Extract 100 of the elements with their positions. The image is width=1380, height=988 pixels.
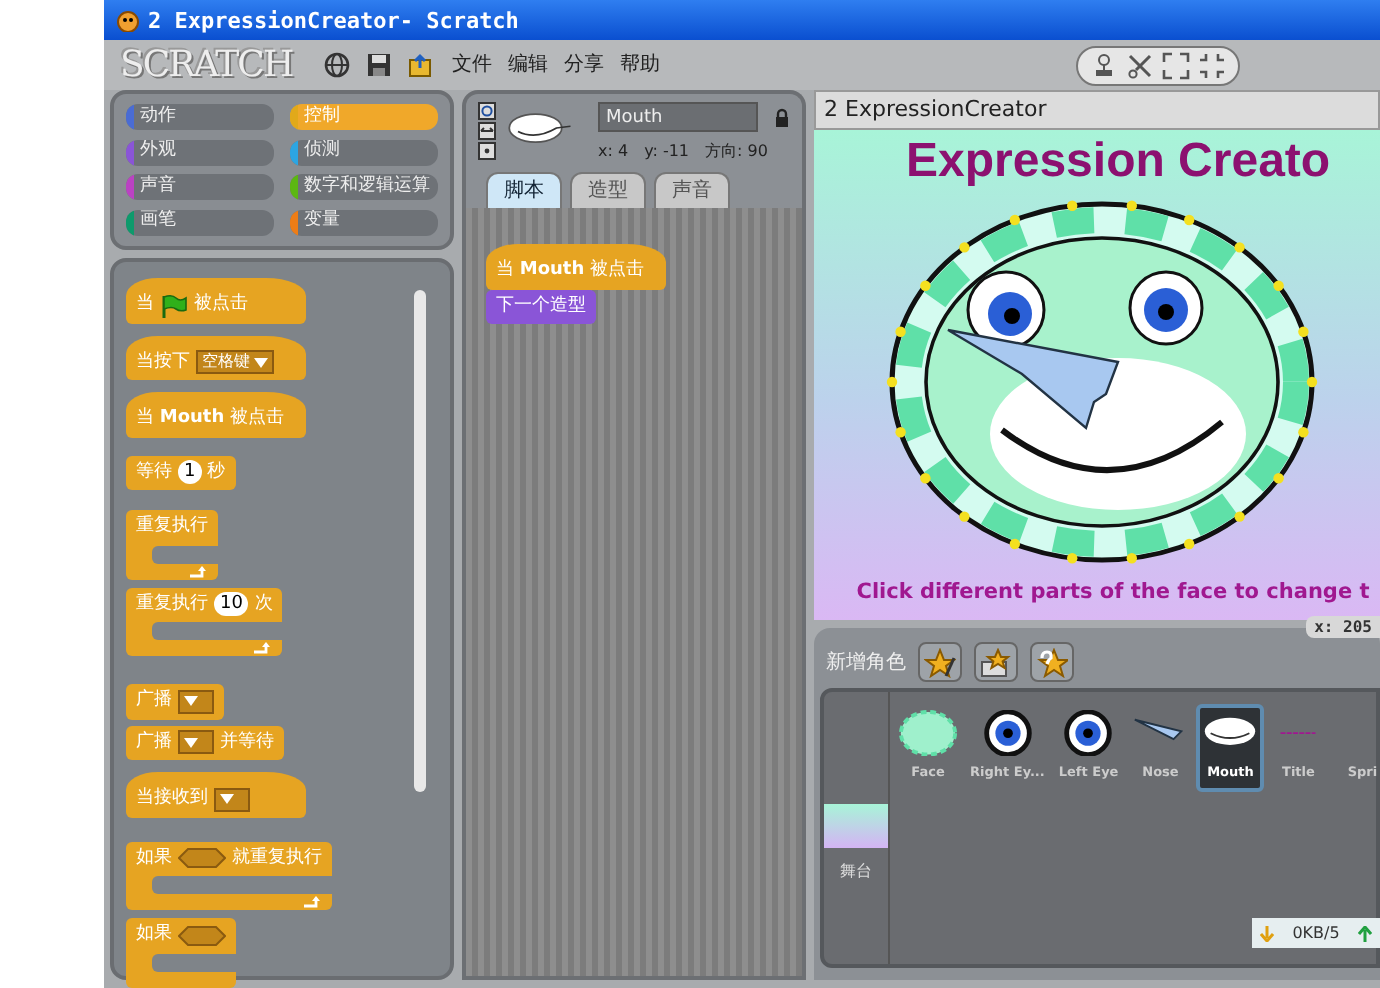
block-label: 下一个造型 (496, 293, 586, 319)
c-block[interactable]: 如果 (126, 918, 236, 987)
scissors-button[interactable] (1126, 49, 1155, 81)
category-label: 动作 (140, 104, 176, 130)
block-label: 重复执行 (136, 591, 208, 617)
expand-icon (1162, 51, 1191, 79)
face-drawing[interactable] (885, 200, 1317, 564)
category-label: 外观 (140, 139, 176, 165)
category-button[interactable]: 动作 (126, 104, 274, 130)
globe-icon[interactable] (324, 52, 351, 78)
command-block[interactable]: 广播 并等待 (126, 725, 284, 760)
stage-caption: Click different parts of the face to change t (856, 580, 1370, 604)
block-label: 当 Mouth 被点击 (136, 406, 285, 432)
loop-arrow-icon (302, 896, 322, 908)
shrink-icon (1198, 51, 1227, 79)
menu-item[interactable]: 文件 (452, 50, 493, 80)
mouse-x-readout: x: 205 (1306, 616, 1380, 638)
stage-thumbnail[interactable] (824, 804, 888, 848)
hat-block[interactable]: 当 Mouth 被点击 (126, 392, 306, 437)
lock-icon[interactable] (774, 107, 790, 127)
flip-icon[interactable] (478, 122, 496, 142)
sprite-name-field[interactable]: Mouth (598, 102, 758, 132)
tab[interactable]: 脚本 (486, 172, 562, 208)
menu-item[interactable]: 帮助 (620, 50, 661, 80)
expand-button[interactable] (1162, 49, 1191, 81)
category-label: 声音 (140, 174, 176, 200)
dropdown-input[interactable]: 空格键 (196, 350, 274, 375)
category-button[interactable]: 声音 (126, 174, 274, 200)
menu-item[interactable]: 编辑 (508, 50, 549, 80)
random-sprite-button[interactable] (1030, 642, 1074, 682)
up-arrow-icon (1357, 925, 1372, 941)
loop-arrow-icon (188, 565, 208, 577)
face-thumbnail-icon (898, 710, 958, 757)
hat-block[interactable]: 当 被点击 (126, 278, 306, 323)
category-label: 变量 (304, 209, 340, 235)
loop-arrow-icon (252, 642, 273, 654)
block-label: 当按下 (136, 349, 190, 375)
category-button[interactable]: 外观 (126, 139, 274, 165)
block-label: 如果 (136, 845, 172, 871)
hat-block[interactable]: 当 Mouth 被点击 (486, 244, 666, 289)
menu-item[interactable]: 分享 (564, 50, 605, 80)
category-button[interactable]: 变量 (290, 209, 438, 235)
share-icon[interactable] (408, 52, 437, 78)
no-rotate-icon[interactable] (478, 142, 496, 162)
caret-icon (254, 357, 268, 368)
scrollbar[interactable] (414, 290, 426, 792)
block-label: 广播 (136, 729, 172, 755)
number-input[interactable]: 1 (178, 460, 202, 485)
dropdown-input[interactable] (178, 689, 214, 714)
block-label: 如果 (136, 922, 172, 948)
stage-title: 2 ExpressionCreator (814, 90, 1380, 130)
category-button[interactable]: 侦测 (290, 139, 438, 165)
save-icon[interactable] (366, 52, 393, 78)
choose-sprite-button[interactable] (974, 642, 1018, 682)
y-position: y: -11 (644, 140, 690, 164)
flag-icon (160, 293, 188, 318)
down-arrow-icon (1260, 925, 1274, 941)
dropdown-input[interactable] (178, 730, 214, 755)
paint-sprite-button[interactable] (918, 642, 962, 682)
category-button[interactable]: 画笔 (126, 209, 274, 235)
block-label: 重复执行 (136, 514, 208, 540)
direction-readout: 方向: 90 (705, 140, 768, 164)
boolean-slot[interactable] (178, 925, 226, 946)
caret-icon (184, 696, 198, 707)
block-label: 并等待 (220, 729, 274, 755)
boolean-slot[interactable] (178, 848, 226, 869)
command-block[interactable]: 广播 (126, 684, 224, 719)
block-label: 等待 (136, 459, 172, 485)
block-label: 被点击 (194, 292, 248, 318)
block-label: 当接收到 (136, 786, 208, 812)
c-block[interactable]: 如果 就重复执行 (126, 841, 332, 910)
hat-block[interactable]: 当接收到 (126, 772, 306, 817)
block-label: 就重复执行 (232, 845, 322, 871)
c-block[interactable]: 重复执行 10 次 (126, 587, 283, 656)
question-star-icon (1036, 647, 1068, 677)
block-label: 秒 (207, 459, 226, 485)
window-title: 2 ExpressionCreator- Scratch (148, 7, 519, 33)
caret-icon (220, 794, 234, 805)
shrink-button[interactable] (1198, 49, 1227, 81)
number-input[interactable]: 10 (214, 592, 249, 617)
tab[interactable]: 造型 (570, 172, 646, 208)
c-block[interactable]: 重复执行 (126, 510, 218, 579)
hat-block[interactable]: 当按下 空格键 (126, 335, 306, 380)
category-label: 控制 (304, 104, 340, 130)
block-label: 次 (254, 591, 273, 617)
command-block[interactable]: 等待 1 秒 (126, 455, 236, 490)
tab[interactable]: 声音 (654, 172, 730, 208)
folder-star-icon (980, 647, 1012, 677)
block-label: 当 (136, 292, 154, 318)
upload-status: 0KB/5 (1292, 921, 1340, 945)
rotate-icon[interactable] (478, 102, 496, 122)
category-label: 画笔 (140, 209, 176, 235)
scissors-icon (1126, 51, 1155, 79)
caret-icon (184, 737, 198, 748)
stage-label: 舞台 (840, 860, 872, 884)
block-label: 当 Mouth 被点击 (496, 258, 645, 284)
block-label: 广播 (136, 688, 172, 714)
dropdown-input[interactable] (214, 787, 250, 812)
new-sprite-label: 新增角色 (826, 649, 906, 677)
command-block[interactable]: 下一个造型 (486, 289, 596, 324)
